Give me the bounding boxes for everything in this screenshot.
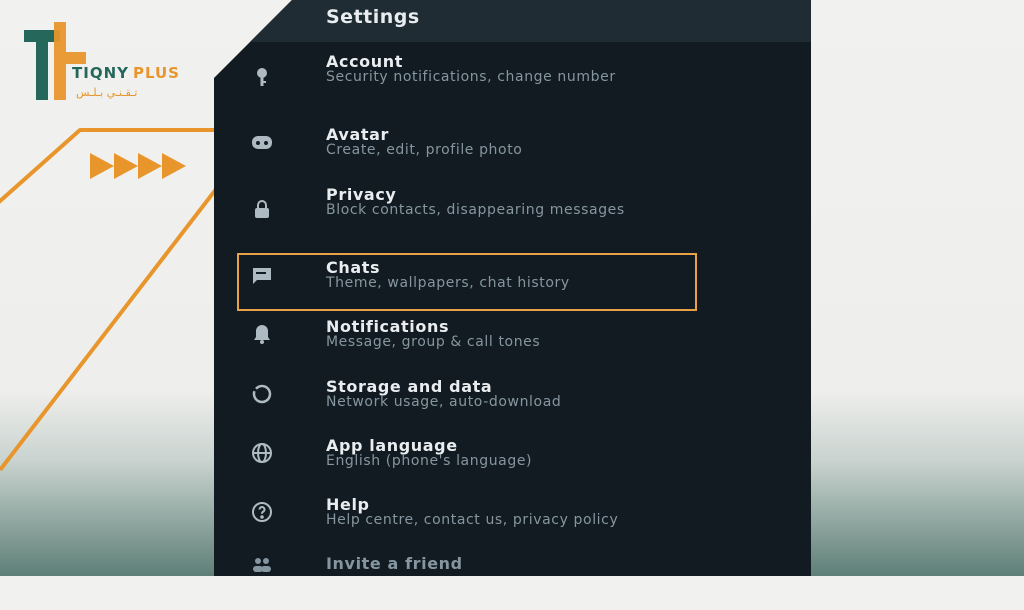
orange-outline-shape bbox=[0, 128, 250, 472]
storage-icon bbox=[244, 379, 280, 409]
settings-item-account[interactable]: Account Security notifications, change n… bbox=[214, 52, 811, 108]
arrow-indicator-icon bbox=[90, 153, 186, 179]
settings-item-storage[interactable]: Storage and data Network usage, auto-dow… bbox=[214, 377, 811, 433]
settings-item-subtitle: Create, edit, profile photo bbox=[326, 142, 523, 158]
settings-item-title: Invite a friend bbox=[326, 554, 463, 573]
settings-item-subtitle: Message, group & call tones bbox=[326, 334, 541, 350]
settings-item-subtitle: Network usage, auto-download bbox=[326, 394, 562, 410]
key-icon bbox=[244, 62, 280, 92]
chats-highlight-box bbox=[237, 253, 697, 311]
settings-item-privacy[interactable]: Privacy Block contacts, disappearing mes… bbox=[214, 185, 811, 241]
page-title: Settings bbox=[326, 6, 420, 28]
help-icon bbox=[244, 497, 280, 527]
bell-icon bbox=[244, 319, 280, 349]
settings-item-subtitle: Security notifications, change number bbox=[326, 69, 616, 85]
settings-item-invite[interactable]: Invite a friend bbox=[214, 554, 811, 576]
settings-item-subtitle: English (phone's language) bbox=[326, 453, 533, 469]
settings-item-subtitle: Block contacts, disappearing messages bbox=[326, 202, 625, 218]
app-bar: Settings bbox=[214, 0, 811, 42]
brand-name-plus: PLUS bbox=[132, 64, 180, 82]
settings-item-app-language[interactable]: App language English (phone's language) bbox=[214, 436, 811, 492]
brand-name-arabic: تـقـنـي بـلـس bbox=[76, 86, 138, 99]
avatar-icon bbox=[244, 127, 280, 157]
settings-item-subtitle: Help centre, contact us, privacy policy bbox=[326, 512, 619, 528]
settings-item-avatar[interactable]: Avatar Create, edit, profile photo bbox=[214, 125, 811, 181]
lock-icon bbox=[244, 195, 280, 225]
settings-item-notifications[interactable]: Notifications Message, group & call tone… bbox=[214, 317, 811, 373]
globe-icon bbox=[244, 438, 280, 468]
settings-item-help[interactable]: Help Help centre, contact us, privacy po… bbox=[214, 495, 811, 551]
brand-name-main: TIQNY bbox=[72, 64, 129, 82]
brand-name: TIQNY PLUS bbox=[72, 64, 180, 82]
